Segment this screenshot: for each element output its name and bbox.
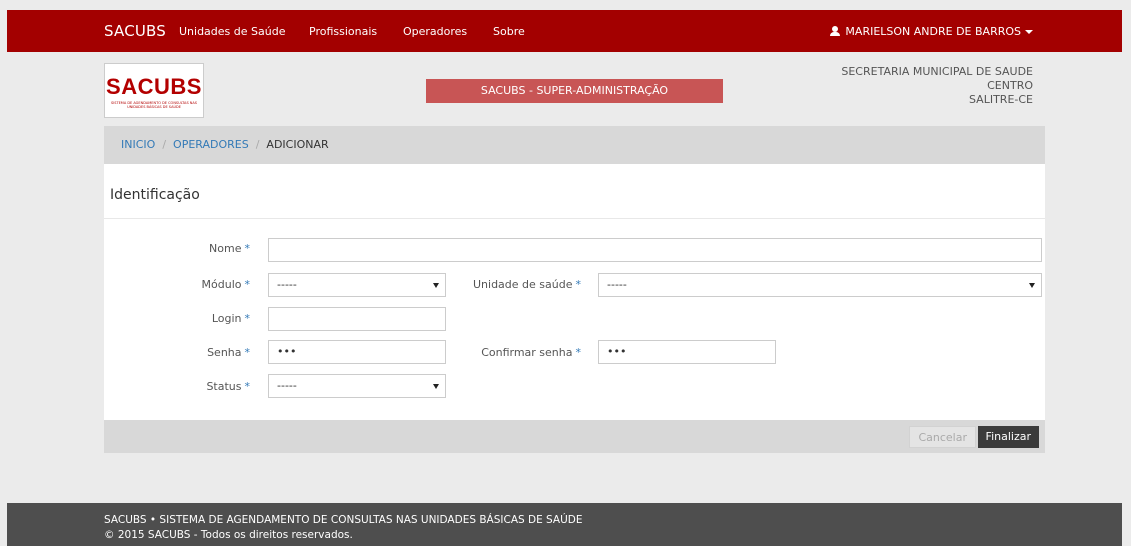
navbar-brand[interactable]: SACUBS <box>104 22 166 40</box>
login-input[interactable] <box>268 307 446 331</box>
nav-link-operadores[interactable]: Operadores <box>403 25 467 38</box>
status-label: Status * <box>206 380 250 393</box>
finish-button[interactable]: Finalizar <box>977 426 1039 448</box>
modulo-label: Módulo * <box>201 278 250 291</box>
modulo-select[interactable]: ----- <box>268 273 446 297</box>
nav-link-profissionais[interactable]: Profissionais <box>309 25 377 38</box>
nome-input[interactable] <box>268 238 1042 262</box>
page: SACUBS Unidades de Saúde Profissionais O… <box>7 10 1122 546</box>
logo-title: SACUBS <box>106 74 202 99</box>
nav-link-sobre[interactable]: Sobre <box>493 25 525 38</box>
breadcrumb-current: ADICIONAR <box>266 138 329 151</box>
secretaria-name: SECRETARIA MUNICIPAL DE SAUDE <box>841 65 1033 78</box>
unidade-label: Unidade de saúde * <box>473 278 581 291</box>
user-name: MARIELSON ANDRE DE BARROS <box>845 25 1021 38</box>
admin-banner: SACUBS - SUPER-ADMINISTRAÇÃO <box>426 79 723 103</box>
page-footer: SACUBS • SISTEMA DE AGENDAMENTO DE CONSU… <box>7 503 1122 546</box>
login-label: Login * <box>211 312 250 325</box>
breadcrumb-separator: / <box>162 138 167 151</box>
nav-link-unidades[interactable]: Unidades de Saúde <box>179 25 285 38</box>
divider <box>104 218 1045 219</box>
status-select[interactable]: ----- <box>268 374 446 398</box>
secretaria-unit: CENTRO <box>987 79 1033 92</box>
cancel-button[interactable]: Cancelar <box>909 426 976 448</box>
section-title: Identificação <box>110 187 200 203</box>
senha-input[interactable]: ••• <box>268 340 446 364</box>
secretaria-info: SECRETARIA MUNICIPAL DE SAUDE CENTRO SAL… <box>841 65 1033 107</box>
form-panel: Identificação Nome * Módulo * ----- Unidad… <box>104 164 1045 420</box>
nome-label: Nome * <box>209 242 250 255</box>
logo: SACUBS SISTEMA DE AGENDAMENTO DE CONSULT… <box>104 63 204 118</box>
confirmar-senha-input[interactable]: ••• <box>598 340 776 364</box>
breadcrumb-inicio[interactable]: INICIO <box>121 138 155 151</box>
confirmar-senha-label: Confirmar senha * <box>481 346 581 359</box>
senha-label: Senha * <box>207 346 250 359</box>
form-actions: Cancelar Finalizar <box>104 420 1045 453</box>
user-menu[interactable]: MARIELSON ANDRE DE BARROS <box>830 25 1033 38</box>
caret-down-icon <box>1025 30 1033 34</box>
top-navbar: SACUBS Unidades de Saúde Profissionais O… <box>7 10 1122 52</box>
breadcrumb-separator: / <box>255 138 260 151</box>
footer-copyright: © 2015 SACUBS - Todos os direitos reserv… <box>104 529 353 541</box>
breadcrumb: INICIO / OPERADORES / ADICIONAR <box>104 126 1045 164</box>
logo-subtitle: SISTEMA DE AGENDAMENTO DE CONSULTAS NAS … <box>110 101 198 109</box>
unidade-select[interactable]: ----- <box>598 273 1042 297</box>
secretaria-city: SALITRE-CE <box>969 93 1033 106</box>
footer-system-name: SACUBS • SISTEMA DE AGENDAMENTO DE CONSU… <box>104 514 583 526</box>
breadcrumb-operadores[interactable]: OPERADORES <box>173 138 249 151</box>
user-icon <box>830 26 841 36</box>
